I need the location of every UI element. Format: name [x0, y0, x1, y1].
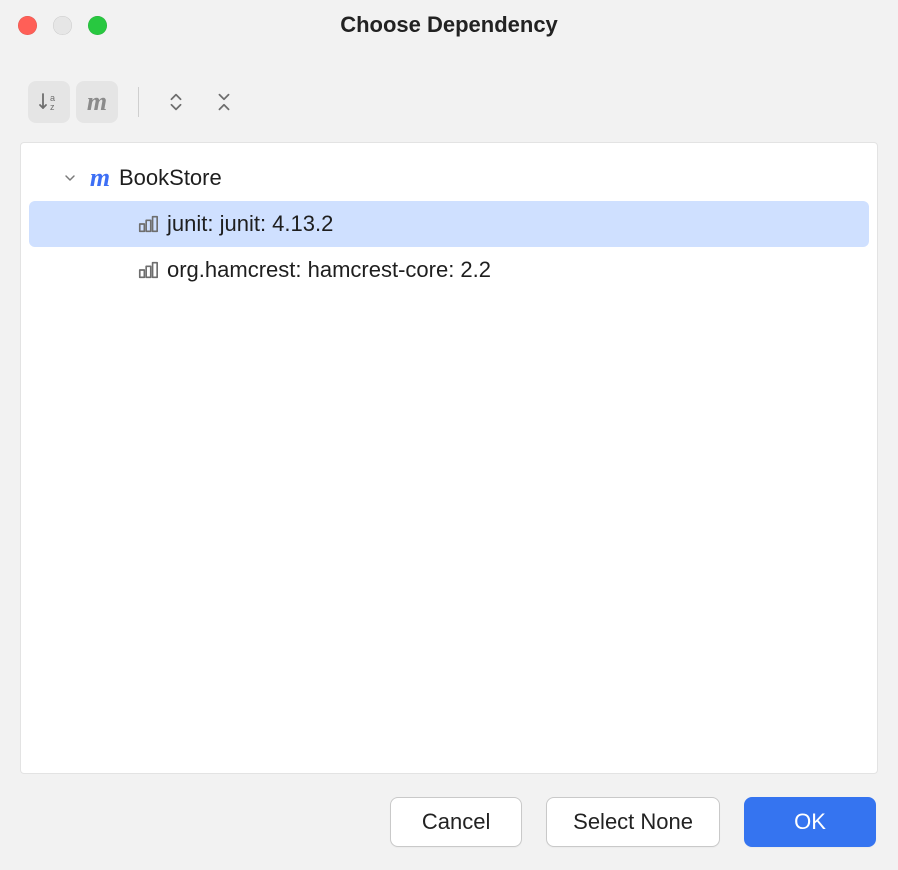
window-title: Choose Dependency — [0, 12, 898, 38]
expand-all-icon — [165, 91, 187, 113]
cancel-button[interactable]: Cancel — [390, 797, 522, 847]
window-controls — [18, 16, 107, 35]
tree-root-project[interactable]: m BookStore — [29, 155, 869, 201]
tree-item-hamcrest[interactable]: org.hamcrest: hamcrest-core: 2.2 — [29, 247, 869, 293]
sort-alpha-icon: a z — [37, 90, 61, 114]
chevron-down-icon[interactable] — [57, 170, 83, 186]
maven-project-icon: m — [83, 165, 117, 191]
collapse-all-icon — [213, 91, 235, 113]
dependency-tree-panel: m BookStore junit: junit: 4.13.2 — [20, 142, 878, 774]
dependency-tree: m BookStore junit: junit: 4.13.2 — [21, 155, 877, 293]
titlebar: Choose Dependency — [0, 0, 898, 50]
expand-all-button[interactable] — [155, 81, 197, 123]
dialog-buttons: Cancel Select None OK — [0, 774, 898, 870]
ok-button[interactable]: OK — [744, 797, 876, 847]
toolbar-separator — [138, 87, 139, 117]
ok-button-label: OK — [794, 809, 826, 835]
tree-item-label: junit: junit: 4.13.2 — [165, 211, 333, 237]
tree-item-junit[interactable]: junit: junit: 4.13.2 — [29, 201, 869, 247]
select-none-button-label: Select None — [573, 809, 693, 835]
library-icon — [131, 213, 165, 235]
select-none-button[interactable]: Select None — [546, 797, 720, 847]
toolbar: a z m — [28, 80, 870, 124]
tree-item-label: org.hamcrest: hamcrest-core: 2.2 — [165, 257, 491, 283]
minimize-window-button[interactable] — [53, 16, 72, 35]
cancel-button-label: Cancel — [422, 809, 490, 835]
sort-alpha-button[interactable]: a z — [28, 81, 70, 123]
library-icon — [131, 259, 165, 281]
maven-icon: m — [87, 89, 107, 115]
zoom-window-button[interactable] — [88, 16, 107, 35]
maven-filter-button[interactable]: m — [76, 81, 118, 123]
tree-root-label: BookStore — [117, 165, 222, 191]
svg-text:z: z — [50, 102, 55, 112]
collapse-all-button[interactable] — [203, 81, 245, 123]
close-window-button[interactable] — [18, 16, 37, 35]
